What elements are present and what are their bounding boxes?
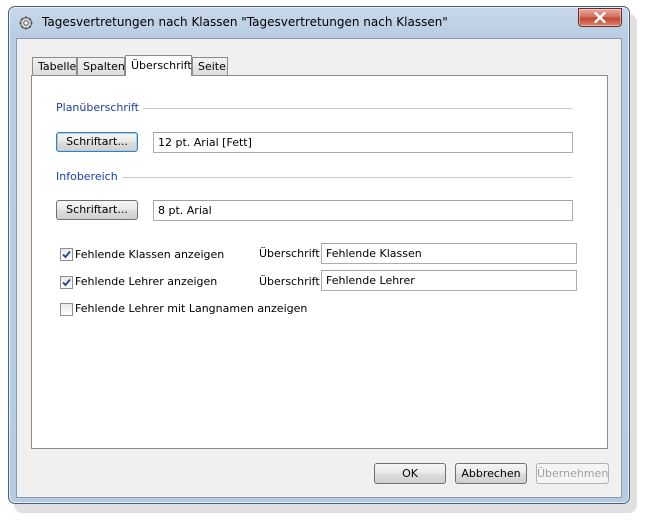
missing-classes-heading-field[interactable]: Fehlende Klassen <box>321 243 577 264</box>
tab-spalten[interactable]: Spalten <box>77 57 125 75</box>
cancel-button[interactable]: Abbrechen <box>455 463 527 484</box>
missing-teachers-heading-field[interactable]: Fehlende Lehrer <box>321 270 577 291</box>
missing-teachers-long-checkbox[interactable] <box>60 303 73 316</box>
window-title: Tagesvertretungen nach Klassen "Tagesver… <box>42 15 448 29</box>
missing-classes-checkbox[interactable] <box>60 248 73 261</box>
tab-seite[interactable]: Seite <box>192 57 228 75</box>
button-label: Abbrechen <box>461 467 521 480</box>
title-bar[interactable]: Tagesvertretungen nach Klassen "Tagesver… <box>9 7 629 37</box>
checkmark-icon <box>62 278 71 287</box>
ok-button[interactable]: OK <box>374 463 446 484</box>
missing-teachers-long-label[interactable]: Fehlende Lehrer mit Langnamen anzeigen <box>75 302 307 315</box>
group-label-planueberschrift: Planüberschrift <box>56 101 143 114</box>
plan-heading-font-button[interactable]: Schriftart... <box>56 132 138 152</box>
missing-teachers-checkbox[interactable] <box>60 276 73 289</box>
missing-classes-heading-label: Überschrift <box>259 247 320 260</box>
close-icon <box>594 12 606 23</box>
gear-icon[interactable] <box>19 16 33 30</box>
tab-tabelle[interactable]: Tabelle <box>32 57 77 75</box>
missing-teachers-heading-label: Überschrift <box>259 275 320 288</box>
group-label-infobereich: Infobereich <box>56 170 122 183</box>
tab-panel-ueberschrift: Planüberschrift Schriftart... 12 pt. Ari… <box>31 75 608 449</box>
info-area-font-field[interactable]: 8 pt. Arial <box>153 200 573 221</box>
dialog-window: Tagesvertretungen nach Klassen "Tagesver… <box>8 6 630 504</box>
button-label: Übernehmen <box>537 467 609 480</box>
plan-heading-font-field[interactable]: 12 pt. Arial [Fett] <box>153 132 573 153</box>
tab-ueberschrift[interactable]: Überschrift <box>125 55 192 76</box>
info-area-font-button[interactable]: Schriftart... <box>56 200 138 220</box>
checkmark-icon <box>62 250 71 259</box>
dialog-client-area: Tabelle Spalten Überschrift Seite Planüb… <box>16 38 622 498</box>
close-button[interactable] <box>578 8 622 27</box>
apply-button[interactable]: Übernehmen <box>536 463 609 484</box>
missing-teachers-label[interactable]: Fehlende Lehrer anzeigen <box>75 275 217 288</box>
button-label: Schriftart... <box>66 135 128 148</box>
button-label: Schriftart... <box>66 203 128 216</box>
missing-classes-label[interactable]: Fehlende Klassen anzeigen <box>75 248 224 261</box>
group-divider <box>56 177 572 179</box>
button-label: OK <box>402 467 418 480</box>
